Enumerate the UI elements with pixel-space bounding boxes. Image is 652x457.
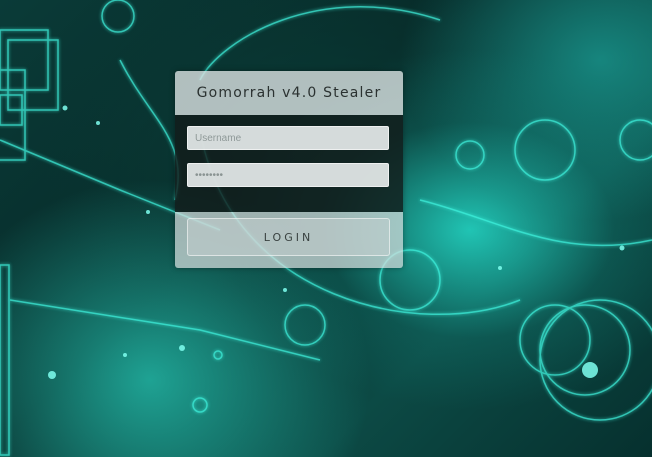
- login-title: Gomorrah v4.0 Stealer: [196, 85, 382, 101]
- login-header: Gomorrah v4.0 Stealer: [175, 71, 403, 115]
- login-panel: Gomorrah v4.0 Stealer LOGIN: [175, 71, 403, 268]
- username-input[interactable]: [187, 126, 389, 150]
- login-button[interactable]: LOGIN: [187, 218, 390, 256]
- login-footer: LOGIN: [175, 212, 403, 268]
- password-input[interactable]: [187, 163, 389, 187]
- login-fields: [175, 115, 403, 212]
